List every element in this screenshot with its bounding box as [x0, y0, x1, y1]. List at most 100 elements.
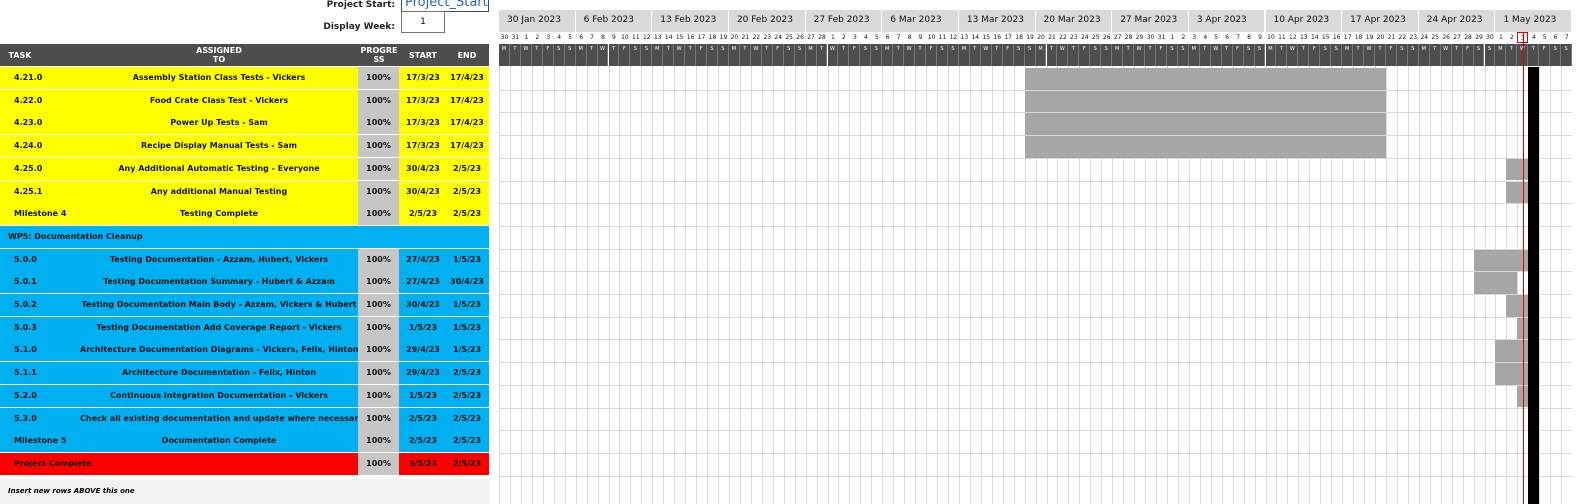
- day-letter: T: [1298, 44, 1310, 66]
- gantt-bar[interactable]: [1473, 249, 1529, 272]
- gantt-bar[interactable]: [1506, 295, 1529, 317]
- grid-row: [499, 203, 1573, 205]
- end-date: 17/4/23: [450, 141, 484, 151]
- day-number: 1: [1495, 32, 1507, 43]
- day-number: 26: [794, 32, 806, 43]
- task-row[interactable]: 5.1.1 Architecture Documentation - Felix,…: [0, 362, 489, 385]
- day-number: 30: [499, 32, 510, 43]
- progress: 100%: [358, 157, 399, 180]
- gantt-bar[interactable]: [1024, 68, 1386, 90]
- gantt-bar[interactable]: [1024, 90, 1386, 113]
- week-header: 30 Jan 2023: [499, 10, 576, 32]
- day-letter: S: [1243, 44, 1255, 66]
- grid-column: [663, 66, 665, 504]
- gantt-current-day-column: [1528, 67, 1540, 504]
- header-assigned-to: ASSIGNED TO: [196, 46, 242, 64]
- day-number: 10: [1265, 32, 1277, 43]
- grid-column: [1429, 66, 1431, 504]
- day-number: 11: [937, 32, 948, 43]
- day-number: 14: [1309, 32, 1321, 43]
- grid-column: [1385, 66, 1387, 504]
- day-letter: S: [630, 44, 642, 66]
- progress: 100%: [358, 362, 399, 385]
- end-date: 17/4/23: [450, 73, 484, 82]
- gantt-bar[interactable]: [1024, 113, 1386, 136]
- task-row[interactable]: 4.22.0 Food Crate Class Test - Vickers 100…: [0, 89, 489, 112]
- day-letter: W: [520, 44, 532, 66]
- day-number: 7: [893, 32, 905, 43]
- grid-column: [871, 66, 873, 504]
- day-number: 15: [980, 32, 992, 43]
- day-number: 19: [1024, 32, 1036, 43]
- day-letter: T: [1276, 44, 1288, 66]
- progress: 100%: [358, 339, 399, 362]
- grid-column: [969, 66, 971, 504]
- task-row[interactable]: 5.1.0 Architecture Documentation Diagrams…: [0, 339, 489, 362]
- task-row[interactable]: 5.0.3 Testing Documentation Add Coverage …: [0, 316, 489, 339]
- day-number: 20: [1035, 32, 1047, 43]
- day-number: 16: [1331, 32, 1343, 43]
- task-row[interactable]: 5.0.2 Testing Documentation Main Body - A…: [0, 294, 489, 316]
- task-row[interactable]: 5.0.0 Testing Documentation - Azzam, Hube…: [0, 248, 489, 271]
- day-number: 8: [904, 32, 916, 43]
- grid-column: [1451, 66, 1453, 504]
- grid-column: [652, 66, 654, 504]
- grid-column: [728, 66, 730, 504]
- gantt-chart: 30 Jan 2023 6 Feb 2023 13 Feb 2023 20 Feb 2…: [499, 10, 1584, 504]
- gantt-bar[interactable]: [1024, 136, 1386, 158]
- header-start: START: [408, 51, 438, 60]
- display-week-label: Display Week:: [323, 22, 395, 32]
- task-row[interactable]: Project Complete 100% 3/5/23 2/5/23: [0, 452, 489, 475]
- day-letter: T: [1528, 44, 1540, 66]
- grid-column: [575, 66, 577, 504]
- day-letter: S: [564, 44, 576, 66]
- day-letter: S: [641, 44, 653, 66]
- header-end: END: [457, 51, 477, 60]
- day-letter: S: [1396, 44, 1408, 66]
- task-row[interactable]: 4.21.0 Assembly Station Class Tests - Vic…: [0, 67, 489, 89]
- day-number: 5: [871, 32, 883, 43]
- assigned-to: Architecture Documentation Diagrams - Vi…: [80, 345, 358, 355]
- day-number: 8: [1243, 32, 1255, 43]
- day-letter: W: [674, 44, 686, 66]
- task-row[interactable]: Milestone 5 Documentation Complete 100% 2/5…: [0, 430, 489, 453]
- task-row[interactable]: 4.23.0 Power Up Tests - Sam 100% 17/3/23 17/…: [0, 112, 489, 135]
- week-header: 13 Mar 2023: [958, 10, 1036, 32]
- task-row[interactable]: 5.3.0 Check all existing documentation an…: [0, 407, 489, 430]
- gantt-bar[interactable]: [1473, 272, 1518, 294]
- project-start-label: Project Start:: [326, 0, 395, 10]
- day-letter: T: [739, 44, 751, 66]
- start-date: 29/4/23: [406, 345, 440, 355]
- grid-column: [915, 66, 917, 504]
- day-number: 9: [915, 32, 927, 43]
- day-number: 2: [838, 32, 850, 43]
- day-number: 28: [1462, 32, 1474, 43]
- day-letter: T: [761, 44, 773, 66]
- task-row[interactable]: 5.2.0 Continuous Integration Documentatio…: [0, 384, 489, 407]
- task-row[interactable]: 4.24.0 Recipe Display Manual Tests - Sam 1…: [0, 135, 489, 158]
- display-week-input[interactable]: 1: [401, 11, 445, 33]
- progress: 100%: [358, 316, 399, 339]
- day-number: 13: [1298, 32, 1310, 43]
- task-row[interactable]: Milestone 4 Testing Complete 100% 2/5/23 2/5…: [0, 203, 489, 226]
- day-number: 23: [1407, 32, 1419, 43]
- end-date: 2/5/23: [452, 209, 482, 219]
- grid-column: [1396, 66, 1398, 504]
- day-letter: M: [1495, 44, 1507, 66]
- task-row[interactable]: 4.25.1 Any additional Manual Testing 100% 3…: [0, 180, 489, 203]
- assigned-to: Testing Documentation Main Body - Azzam,…: [81, 300, 357, 309]
- grid-column: [499, 66, 500, 504]
- section-row[interactable]: WP5: Documentation Cleanup: [0, 225, 489, 248]
- day-letter: S: [1407, 44, 1419, 66]
- day-letter: T: [915, 44, 927, 66]
- day-number: 6: [1550, 32, 1562, 43]
- task-row[interactable]: 4.25.0 Any Additional Automatic Testing -…: [0, 157, 489, 180]
- day-letter: T: [509, 44, 521, 66]
- week-header: 10 Apr 2023: [1265, 10, 1343, 32]
- grid-column: [630, 66, 632, 504]
- day-letter: F: [1002, 44, 1014, 66]
- week-header: 27 Feb 2023: [805, 10, 883, 32]
- day-number: 5: [1539, 32, 1551, 43]
- day-letter: M: [958, 44, 970, 66]
- task-row[interactable]: 5.0.1 Testing Documentation Summary - Hub…: [0, 271, 489, 294]
